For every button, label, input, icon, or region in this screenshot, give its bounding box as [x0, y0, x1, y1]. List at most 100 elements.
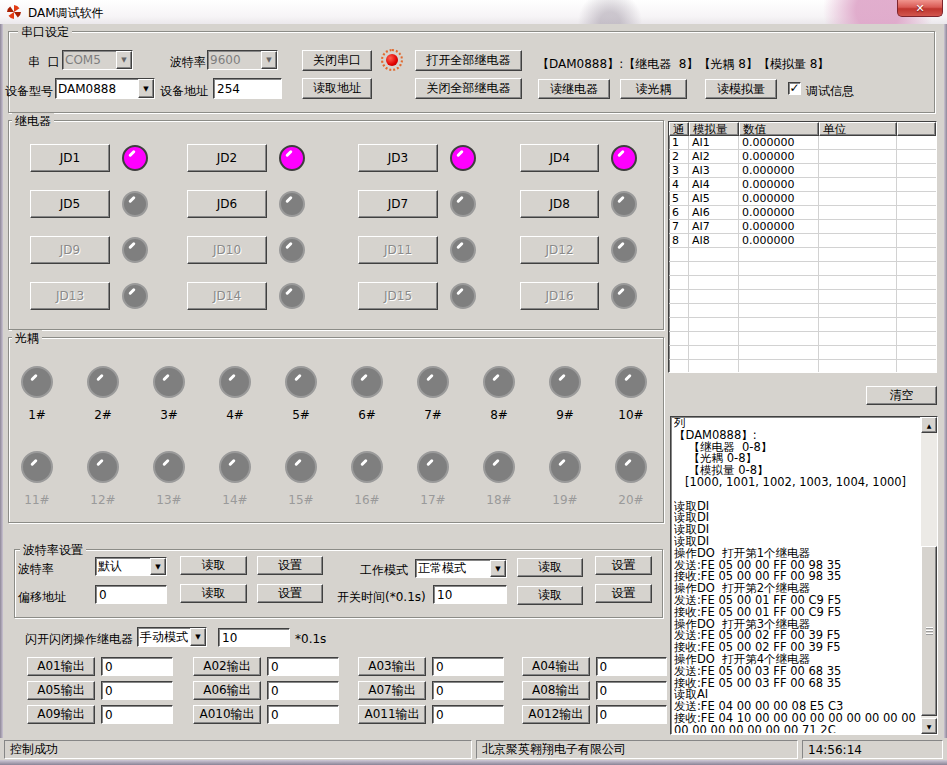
- cell-unit: [819, 164, 897, 177]
- ao-value-input[interactable]: 0: [432, 657, 504, 676]
- workmode-set-button[interactable]: 设置: [595, 556, 652, 575]
- switchtime-set-button[interactable]: 设置: [595, 584, 652, 603]
- debug-info-checkbox[interactable]: ✓: [788, 82, 801, 95]
- ao-output-button[interactable]: A01输出: [27, 657, 95, 676]
- ao-output-button[interactable]: A011输出: [358, 705, 426, 724]
- dropdown-arrow-icon[interactable]: ▼: [261, 51, 277, 69]
- ao-output-button[interactable]: A04输出: [522, 657, 590, 676]
- relay-button[interactable]: JD6: [187, 190, 267, 218]
- dropdown-arrow-icon[interactable]: ▼: [490, 560, 506, 577]
- ao-output-button[interactable]: A08输出: [522, 681, 590, 700]
- relay-button[interactable]: JD14: [187, 282, 267, 310]
- switchtime-input[interactable]: 10: [433, 585, 507, 604]
- table-header-cell[interactable]: 模拟量: [689, 122, 739, 136]
- relay-button[interactable]: JD16: [520, 282, 599, 310]
- read-relay-button[interactable]: 读继电器: [538, 79, 610, 99]
- read-opto-button[interactable]: 读光耦: [620, 79, 687, 99]
- relay-button[interactable]: JD13: [30, 282, 110, 310]
- scroll-up-icon[interactable]: ▲: [921, 417, 937, 433]
- relay-button[interactable]: JD12: [520, 236, 599, 264]
- read-analog-button[interactable]: 读模拟量: [705, 79, 777, 99]
- table-row[interactable]: 3 AI3 0.000000: [669, 164, 936, 178]
- switchtime-read-button[interactable]: 读取: [517, 586, 583, 605]
- relay-button[interactable]: JD7: [358, 190, 438, 218]
- ao-value-input[interactable]: 0: [432, 681, 504, 700]
- close-all-relays-button[interactable]: 关闭全部继电器: [415, 78, 522, 99]
- table-row[interactable]: 2 AI2 0.000000: [669, 150, 936, 164]
- offset-input[interactable]: 0: [95, 585, 167, 604]
- relay-button[interactable]: JD1: [30, 144, 110, 172]
- table-row[interactable]: 8 AI8 0.000000: [669, 234, 936, 248]
- ao-output-button[interactable]: A010输出: [193, 705, 261, 724]
- table-row[interactable]: 1 AI1 0.000000: [669, 136, 936, 150]
- ao-value-input[interactable]: 0: [432, 705, 504, 724]
- ao-value-input[interactable]: 0: [596, 681, 668, 700]
- relay-button[interactable]: JD9: [30, 236, 110, 264]
- ao-output-button[interactable]: A012输出: [522, 705, 590, 724]
- dropdown-arrow-icon[interactable]: ▼: [138, 79, 154, 98]
- cell-unit: [819, 150, 897, 163]
- table-row[interactable]: 7 AI7 0.000000: [669, 220, 936, 234]
- title-bar: [0, 0, 947, 24]
- com-port-select[interactable]: COM5▼: [62, 50, 133, 70]
- relay-button[interactable]: JD2: [187, 144, 267, 172]
- ao-value-input[interactable]: 0: [596, 705, 668, 724]
- table-header-cell[interactable]: 通: [669, 122, 689, 136]
- debug-log[interactable]: 列 【DAM0888】: 【继电器 0-8】 【光耦 0-8】 【模拟量 0-8…: [670, 416, 938, 735]
- table-row[interactable]: 4 AI4 0.000000: [669, 178, 936, 192]
- scroll-down-icon[interactable]: ▼: [921, 718, 937, 734]
- ao-value-input[interactable]: 0: [267, 705, 339, 724]
- ao-value-input[interactable]: 0: [267, 657, 339, 676]
- ao-value-input[interactable]: 0: [267, 681, 339, 700]
- ao-output-button[interactable]: A02输出: [193, 657, 261, 676]
- cell-name: AI8: [689, 234, 739, 247]
- baud-set-select[interactable]: 默认▼: [95, 557, 167, 576]
- ao-value-input[interactable]: 0: [101, 705, 173, 724]
- relay-button[interactable]: JD8: [520, 190, 599, 218]
- dropdown-arrow-icon[interactable]: ▼: [150, 558, 166, 575]
- table-header-cell[interactable]: [897, 122, 936, 136]
- table-header-cell[interactable]: 数值: [739, 122, 819, 136]
- open-all-relays-button[interactable]: 打开全部继电器: [415, 50, 522, 71]
- ao-output-button[interactable]: A09输出: [27, 705, 95, 724]
- ao-output-button[interactable]: A06输出: [193, 681, 261, 700]
- ao-output-button[interactable]: A05输出: [27, 681, 95, 700]
- close-port-button[interactable]: 关闭串口: [302, 50, 372, 71]
- offset-set-button[interactable]: 设置: [257, 584, 323, 603]
- relay-button[interactable]: JD10: [187, 236, 267, 264]
- ao-value-input[interactable]: 0: [101, 657, 173, 676]
- read-addr-button[interactable]: 读取地址: [302, 78, 372, 99]
- ao-output-button[interactable]: A07输出: [358, 681, 426, 700]
- relay-button[interactable]: JD3: [358, 144, 438, 172]
- offset-read-button[interactable]: 读取: [180, 584, 247, 603]
- baud-read-button[interactable]: 读取: [180, 556, 247, 575]
- clear-button[interactable]: 清空: [866, 386, 937, 405]
- dropdown-arrow-icon[interactable]: ▼: [116, 51, 132, 69]
- workmode-select[interactable]: 正常模式▼: [415, 559, 507, 578]
- baud-rate-select[interactable]: 9600▼: [207, 50, 278, 70]
- opto-indicator-led: [417, 366, 449, 398]
- relay-button[interactable]: JD5: [30, 190, 110, 218]
- opto-indicator-led: [483, 366, 515, 398]
- flash-mode-select[interactable]: 手动模式▼: [137, 627, 207, 647]
- dropdown-arrow-icon[interactable]: ▼: [190, 628, 206, 646]
- cell-value: 0.000000: [739, 136, 819, 149]
- flash-time-input[interactable]: 10: [218, 628, 290, 647]
- log-scrollbar[interactable]: ▲ ▼: [920, 417, 937, 734]
- relay-button[interactable]: JD4: [520, 144, 599, 172]
- cell-extra: [897, 178, 936, 191]
- ao-value-input[interactable]: 0: [101, 681, 173, 700]
- ao-output-button[interactable]: A03输出: [358, 657, 426, 676]
- workmode-read-button[interactable]: 读取: [517, 558, 583, 577]
- ao-value-input[interactable]: 0: [596, 657, 668, 676]
- relay-button[interactable]: JD15: [358, 282, 438, 310]
- device-addr-input[interactable]: 254: [213, 78, 282, 99]
- table-row[interactable]: 5 AI5 0.000000: [669, 192, 936, 206]
- scrollbar-thumb[interactable]: [921, 546, 937, 716]
- table-header-cell[interactable]: 单位: [819, 122, 897, 136]
- device-model-select[interactable]: DAM0888▼: [55, 78, 155, 99]
- relay-button[interactable]: JD11: [358, 236, 438, 264]
- close-button[interactable]: ✕: [897, 0, 943, 17]
- table-row[interactable]: 6 AI6 0.000000: [669, 206, 936, 220]
- baud-set-button[interactable]: 设置: [257, 556, 323, 575]
